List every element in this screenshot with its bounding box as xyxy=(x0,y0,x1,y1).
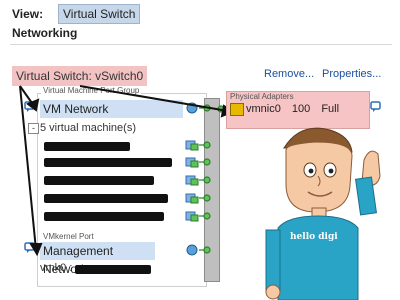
vmnic-duplex: Full xyxy=(321,103,340,115)
vmnic-row[interactable]: vmnic0 100 Full xyxy=(246,103,339,115)
cartoon-character xyxy=(265,127,381,300)
vmnic-speed: 100 xyxy=(291,103,311,115)
shirt-text: hello digi xyxy=(290,232,338,242)
nic-icon xyxy=(230,103,244,116)
vmnic-name: vmnic0 xyxy=(246,103,281,115)
adapter-info-icon[interactable] xyxy=(370,101,382,113)
physical-adapters-label: Physical Adapters xyxy=(230,92,294,101)
